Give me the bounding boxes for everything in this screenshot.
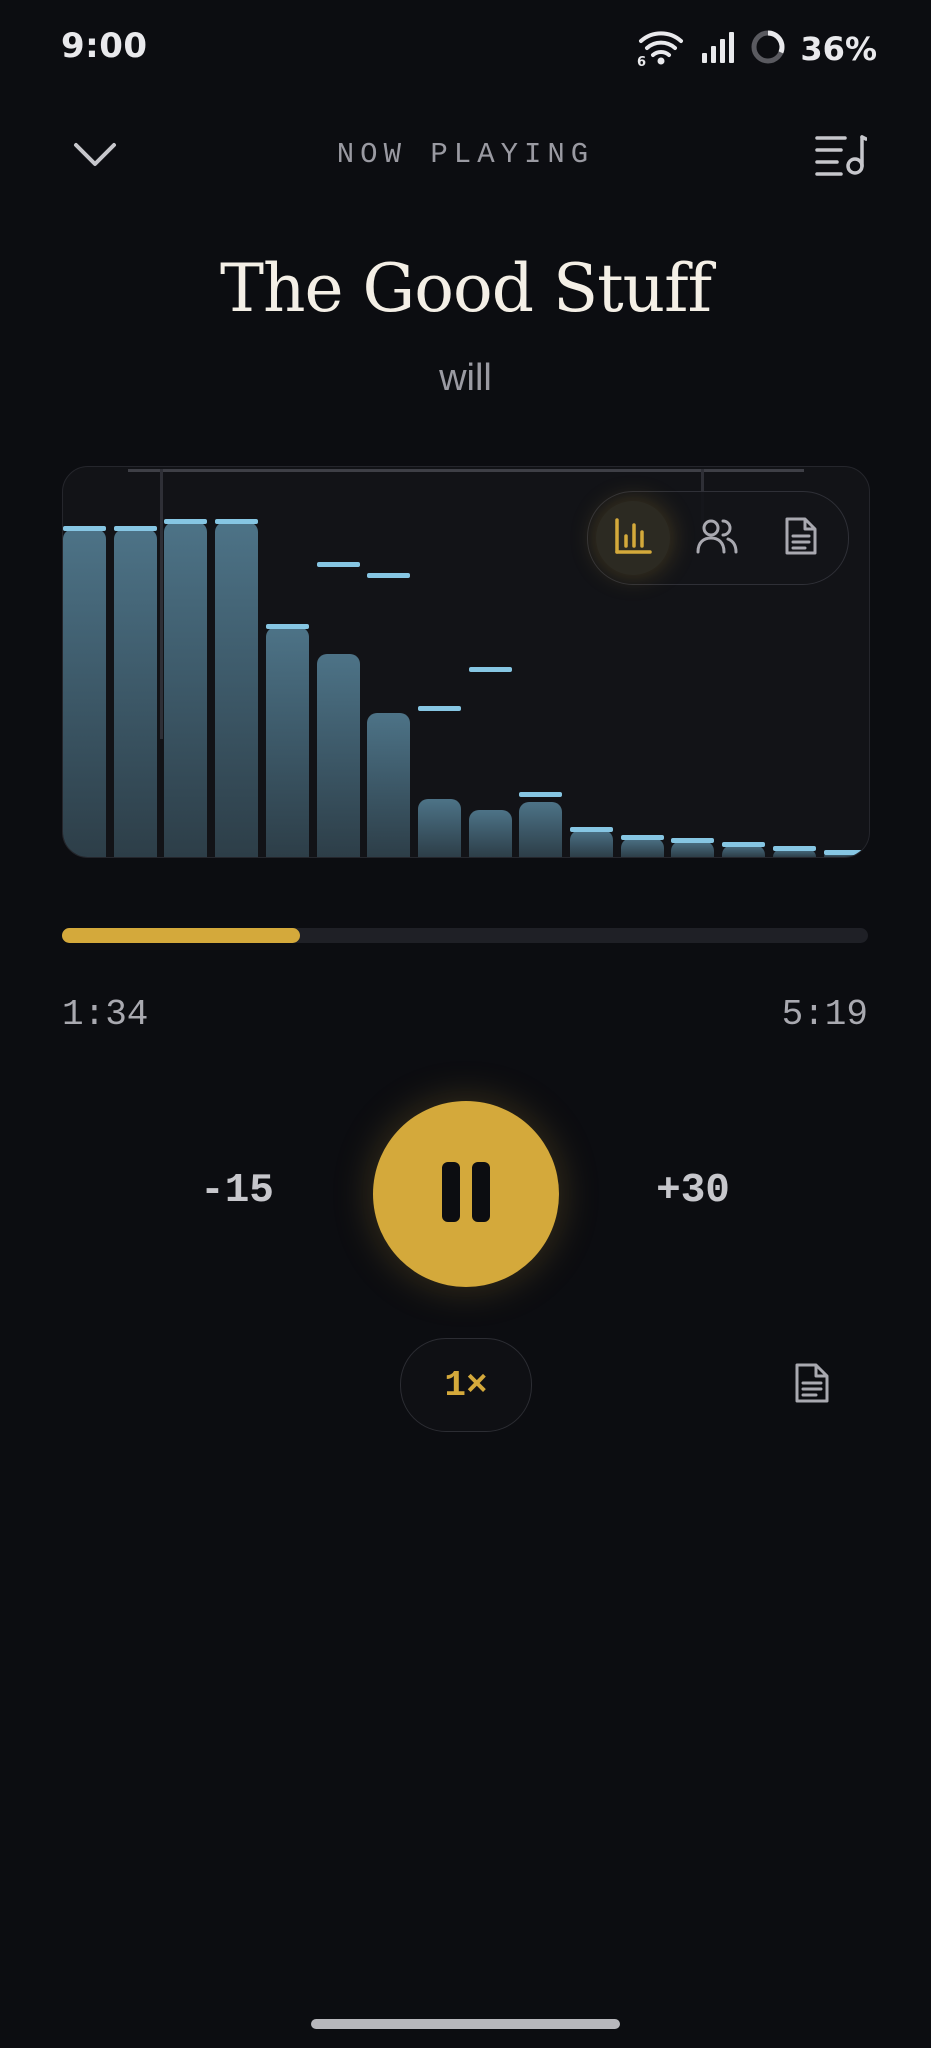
header-title: NOW PLAYING	[336, 138, 595, 171]
home-indicator[interactable]	[311, 2019, 620, 2029]
spectrum-peak	[113, 526, 157, 532]
spectrum-peak	[468, 666, 512, 672]
spectrum-bar	[468, 810, 512, 857]
audio-visualizer	[62, 466, 870, 858]
spectrum-bar	[367, 712, 411, 857]
document-icon	[793, 1361, 831, 1410]
spectrum-bar	[570, 829, 613, 857]
spectrum-peak	[671, 838, 715, 844]
spectrum-peak	[519, 791, 563, 797]
document-icon	[783, 515, 819, 562]
playback-speed-button[interactable]: 1×	[400, 1338, 532, 1432]
mode-spectrum-button[interactable]	[596, 501, 670, 575]
pause-icon	[440, 1160, 492, 1229]
wifi-badge: 6	[637, 55, 646, 67]
spectrum-peak	[265, 623, 309, 629]
spectrum-peak	[164, 518, 208, 524]
users-icon	[696, 516, 738, 561]
transcript-button[interactable]	[784, 1360, 840, 1410]
mode-transcript-button[interactable]	[764, 501, 838, 575]
spectrum-bar	[316, 654, 360, 857]
spectrum-bar	[265, 626, 309, 857]
spectrum-peak	[417, 705, 461, 711]
now-playing-screen: 9:00 6 36% NOW PLAYING The Good Stuff wi…	[0, 0, 931, 2048]
bar-chart-icon	[613, 516, 653, 561]
spectrum-bar	[722, 845, 766, 857]
spectrum-peak	[215, 518, 259, 524]
spectrum-peak	[316, 561, 360, 567]
spectrum-peak	[63, 526, 106, 532]
status-time: 9:00	[61, 26, 148, 66]
track-title: The Good Stuff	[219, 250, 712, 327]
spectrum-peak	[367, 573, 411, 579]
track-artist: will	[439, 357, 492, 399]
spectrum-bar	[164, 521, 208, 857]
playlist-music-icon	[815, 133, 868, 182]
play-pause-button[interactable]	[373, 1101, 559, 1287]
spectrum-bar	[215, 521, 259, 857]
mode-people-button[interactable]	[680, 501, 754, 575]
spectrum-bar	[671, 841, 715, 857]
skip-forward-button[interactable]: +30	[638, 1168, 748, 1214]
wifi-icon: 6	[636, 27, 686, 72]
queue-button[interactable]	[811, 130, 871, 184]
battery-percentage: 36%	[800, 30, 877, 68]
spectrum-peak	[772, 846, 816, 852]
progress-fill	[62, 928, 300, 943]
spectrum-bar	[417, 798, 461, 857]
spectrum-peak	[570, 826, 613, 832]
elapsed-time: 1:34	[62, 994, 149, 1035]
spectrum-bar	[113, 529, 157, 857]
progress-bar[interactable]	[62, 928, 868, 943]
spectrum-peak	[823, 850, 867, 856]
battery-ring-icon	[750, 29, 786, 70]
status-icons: 6 36%	[636, 26, 877, 72]
spectrum-bar	[620, 837, 664, 857]
spectrum-bar	[519, 802, 563, 857]
total-time: 5:19	[781, 994, 868, 1035]
visualizer-marker-line	[160, 469, 163, 739]
skip-back-button[interactable]: -15	[182, 1168, 292, 1214]
visualizer-mode-switcher	[587, 491, 849, 585]
signal-icon	[700, 29, 736, 70]
spectrum-peak	[620, 834, 664, 840]
spectrum-peak	[722, 842, 766, 848]
spectrum-bar	[63, 529, 106, 857]
